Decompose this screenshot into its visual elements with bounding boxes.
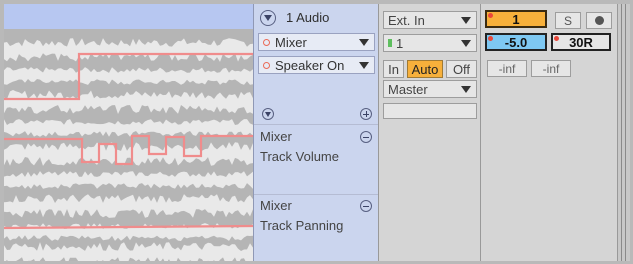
pan-field[interactable]: 30R	[551, 33, 611, 51]
device-chooser[interactable]: Mixer	[258, 33, 375, 51]
modulation-dot-icon	[488, 36, 493, 41]
chevron-down-icon	[461, 39, 471, 47]
waveform-row	[4, 142, 253, 166]
track-name[interactable]: 1 Audio	[286, 10, 329, 25]
add-lane-icon[interactable]	[360, 108, 372, 120]
session-track-view: 1 Audio Mixer Speaker On Mixer Track Vol…	[0, 0, 633, 264]
waveform-row	[4, 38, 253, 62]
device-chooser-label: Mixer	[275, 34, 307, 50]
device-indicator-icon	[263, 38, 270, 46]
waveform-row	[4, 90, 253, 114]
peak-level-right[interactable]: -inf	[531, 60, 571, 77]
chevron-down-icon	[359, 61, 369, 69]
record-arm-icon	[594, 16, 604, 25]
modulation-dot-icon	[554, 36, 559, 41]
audio-from-label: Ext. In	[388, 12, 425, 28]
chevron-down-icon	[359, 38, 369, 46]
output-channel-chooser[interactable]	[383, 103, 477, 119]
modulation-dot-icon	[488, 13, 493, 18]
input-channel-label: 1	[396, 35, 404, 51]
monitor-in-label: In	[388, 61, 399, 77]
lane-device-label: Mixer	[260, 129, 292, 144]
remove-lane-icon[interactable]	[360, 131, 372, 143]
mixer-section: 1 S -5.0 30R -inf -inf	[480, 4, 618, 261]
audio-to-chooser[interactable]: Master	[383, 80, 477, 98]
monitor-off-button[interactable]: Off	[446, 60, 477, 78]
solo-label: S	[563, 13, 572, 28]
track-scroll-strip[interactable]	[617, 4, 630, 261]
chevron-down-icon	[461, 16, 471, 24]
peak-level-left[interactable]: -inf	[487, 60, 527, 77]
volume-value: -5.0	[504, 34, 528, 50]
track-title-bar[interactable]: 1 Audio	[254, 4, 379, 31]
arrangement-lane[interactable]	[4, 4, 253, 261]
track-activator-button[interactable]: 1	[485, 10, 547, 28]
lane-device-label: Mixer	[260, 198, 292, 213]
audio-from-chooser[interactable]: Ext. In	[383, 11, 477, 29]
remove-lane-icon[interactable]	[360, 200, 372, 212]
track-header: 1 Audio Mixer Speaker On Mixer Track Vol…	[253, 4, 379, 261]
io-section: Ext. In 1 In Auto Off Master	[378, 4, 481, 261]
lane-divider	[254, 124, 379, 125]
parameter-chooser[interactable]: Speaker On	[258, 56, 375, 74]
monitor-in-button[interactable]: In	[383, 60, 404, 78]
monitor-auto-button[interactable]: Auto	[407, 60, 443, 78]
chevron-down-icon	[461, 85, 471, 93]
record-arm-button[interactable]	[586, 12, 612, 29]
volume-field[interactable]: -5.0	[485, 33, 547, 51]
lane-parameter-label: Track Volume	[260, 149, 339, 164]
audio-to-label: Master	[388, 81, 428, 97]
monitor-off-label: Off	[452, 61, 471, 77]
waveform-row	[4, 67, 253, 85]
parameter-chooser-label: Speaker On	[275, 57, 345, 73]
track-activator-label: 1	[512, 11, 520, 27]
peak-right-value: -inf	[542, 61, 560, 76]
waveform-row	[4, 171, 253, 189]
lane-divider	[254, 194, 379, 195]
lane-parameter-label: Track Panning	[260, 218, 344, 233]
peak-left-value: -inf	[498, 61, 516, 76]
waveform-row	[4, 242, 253, 261]
fold-triangle-icon[interactable]	[260, 9, 276, 26]
clip-waveform-area	[4, 38, 253, 261]
parameter-indicator-icon	[263, 61, 270, 69]
unfold-lanes-icon[interactable]	[262, 108, 274, 120]
input-channel-chooser[interactable]: 1	[383, 34, 477, 52]
waveform-row	[4, 194, 253, 218]
monitor-auto-label: Auto	[411, 61, 439, 77]
waveform-row	[4, 119, 253, 137]
solo-button[interactable]: S	[555, 12, 581, 29]
pan-value: 30R	[569, 34, 593, 50]
